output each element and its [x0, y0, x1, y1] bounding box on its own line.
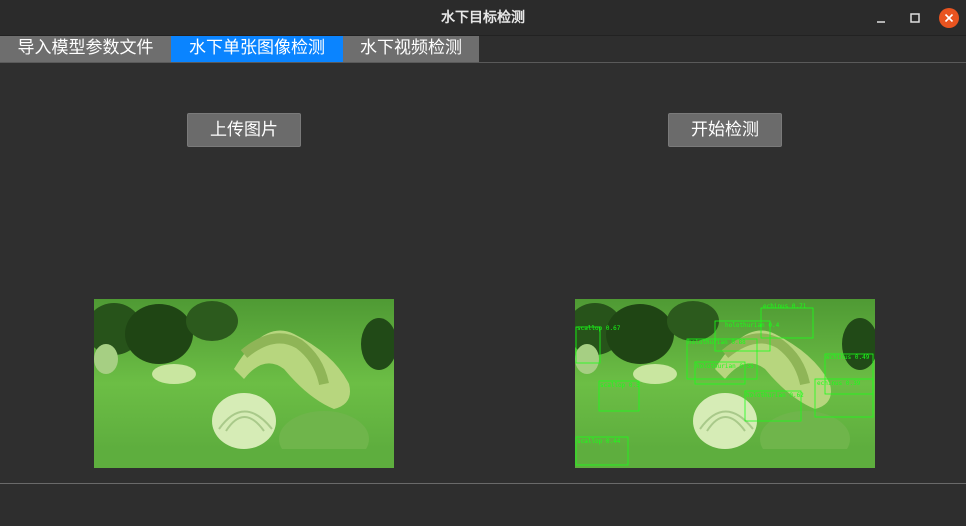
title-bar: 水下目标检测 — [0, 0, 966, 36]
close-icon — [944, 13, 954, 23]
close-button[interactable] — [939, 8, 959, 28]
start-detection-button[interactable]: 开始检测 — [668, 113, 782, 147]
detection-label: echinus 0.71 — [763, 303, 807, 310]
detection-label: holothurian 0.35 — [696, 363, 754, 370]
detection-result-image: scallop 0.67 echinus 0.71 holothurian 0.… — [575, 299, 875, 468]
maximize-button[interactable] — [905, 8, 925, 28]
minimize-icon — [877, 21, 885, 23]
detection-result-scene: scallop 0.67 echinus 0.71 holothurian 0.… — [575, 299, 875, 468]
single-image-pane: 上传图片 开始检测 scallop 0.67 echinus 0.71 holo… — [0, 63, 966, 484]
detection-label: holothurian 0.4 — [725, 322, 780, 329]
upload-image-button[interactable]: 上传图片 — [187, 113, 301, 147]
tab-single-image-detection[interactable]: 水下单张图像检测 — [171, 36, 343, 62]
input-image — [94, 299, 394, 468]
detection-label: scallop 0.5 — [600, 382, 640, 389]
input-image-scene — [94, 299, 394, 468]
tab-bar: 导入模型参数文件 水下单张图像检测 水下视频检测 — [0, 36, 966, 63]
detection-label: echinus 0.49 — [826, 354, 870, 361]
detection-label: holothurian 0.62 — [746, 392, 804, 399]
maximize-icon — [910, 13, 920, 23]
minimize-button[interactable] — [871, 8, 891, 28]
detection-label: echinus 0.39 — [817, 380, 861, 387]
detection-label: holothurian 0.88 — [688, 339, 746, 346]
detection-label: scallop 0.67 — [577, 325, 621, 332]
window-title: 水下目标检测 — [441, 10, 525, 26]
tab-video-detection[interactable]: 水下视频检测 — [343, 36, 479, 62]
detection-label: scallop 0.44 — [577, 438, 621, 445]
tab-import-model[interactable]: 导入模型参数文件 — [0, 36, 171, 62]
